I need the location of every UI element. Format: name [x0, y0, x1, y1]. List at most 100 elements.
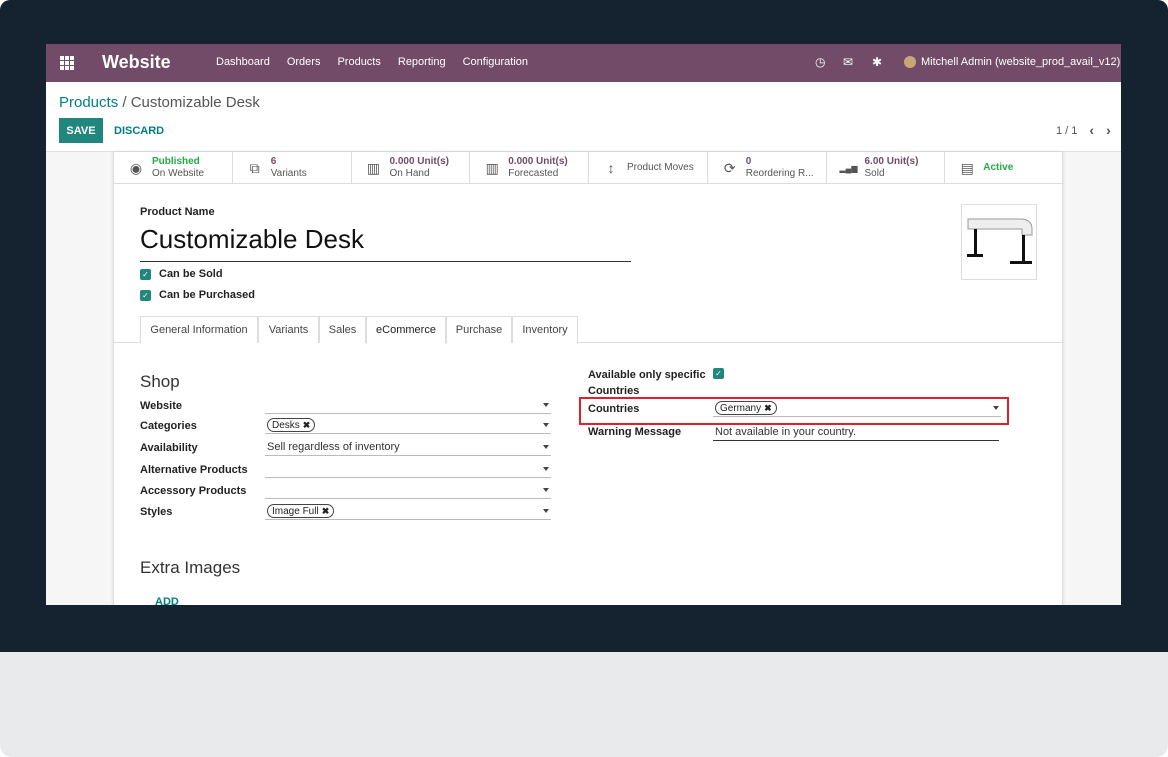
user-menu[interactable]: Mitchell Admin (website_prod_avail_v12) [904, 56, 1120, 68]
can-be-purchased-checkbox[interactable]: ✓ [140, 290, 151, 301]
alternative-products-select[interactable] [265, 461, 551, 478]
main-menu: Dashboard Orders Products Reporting Conf… [216, 56, 528, 68]
arrows-v-icon: ↕ [607, 160, 615, 176]
pager-value[interactable]: 1 / 1 [1056, 125, 1077, 138]
discard-button[interactable]: DISCARD [114, 125, 164, 137]
pager-next-icon[interactable]: › [1106, 122, 1111, 138]
available-specific-countries-label: Available only specific Countries [588, 369, 706, 397]
alternative-products-label: Alternative Products [140, 464, 248, 476]
menu-item-reporting[interactable]: Reporting [398, 56, 446, 68]
warning-message-label: Warning Message [588, 426, 682, 438]
smart-button[interactable]: ⟳ 0 Reordering R... [708, 152, 827, 184]
stat-value: 0 [745, 156, 752, 167]
availability-select[interactable]: Sell regardless of inventory [265, 439, 551, 456]
globe-icon: ◉ [129, 159, 143, 176]
availability-label: Availability [140, 442, 198, 454]
stat-label: Forecasted [508, 168, 559, 179]
control-panel: Products / Customizable Desk SAVE DISCAR… [46, 82, 1121, 152]
stat-label: On Hand [389, 168, 430, 179]
chevron-down-icon [543, 445, 549, 449]
smart-button[interactable]: ◉ Published On Website [114, 152, 233, 184]
save-button[interactable]: SAVE [59, 118, 103, 143]
pager-prev-icon[interactable]: ‹ [1089, 122, 1094, 138]
tag-remove-icon[interactable]: ✖ [303, 420, 311, 431]
website-label: Website [140, 400, 182, 412]
clock-icon[interactable]: ◷ [815, 55, 825, 69]
avatar [904, 56, 916, 68]
accessory-products-label: Accessory Products [140, 485, 247, 497]
chevron-down-icon [543, 488, 549, 492]
product-image[interactable] [961, 204, 1037, 280]
styles-label: Styles [140, 506, 173, 518]
menu-item-configuration[interactable]: Configuration [463, 56, 528, 68]
screen: Website Dashboard Orders Products Report… [46, 44, 1121, 605]
chevron-down-icon [543, 467, 549, 471]
form-sheet: ◉ Published On Website ⧉ 6 Variants ▥ 0.000 Uni… [113, 152, 1064, 605]
stat-value: Active [983, 162, 1014, 173]
extra-images-title: Extra Images [140, 558, 241, 577]
stat-value: 0.000 Unit(s) [389, 156, 449, 167]
sitemap-icon: ⧉ [249, 159, 260, 176]
category-tag: Desks ✖ [267, 418, 316, 432]
smart-buttons: ◉ Published On Website ⧉ 6 Variants ▥ 0.000 Uni… [114, 152, 1064, 184]
menu-item-orders[interactable]: Orders [287, 56, 321, 68]
monitor-stand [0, 652, 1168, 757]
tab-ecommerce[interactable]: eCommerce [366, 316, 446, 344]
stat-label: Sold [864, 168, 885, 179]
stat-value: 6 [270, 156, 277, 167]
smart-button[interactable]: ⧉ 6 Variants [233, 152, 352, 184]
styles-select[interactable]: Image Full ✖ [265, 503, 551, 520]
product-name-label: Product Name [140, 206, 215, 218]
user-name: Mitchell Admin (website_prod_avail_v12) [921, 56, 1121, 68]
smart-button[interactable]: ▥ 0.000 Unit(s) Forecasted [470, 152, 589, 184]
bug-icon[interactable]: ✱ [872, 55, 882, 69]
tab-variants[interactable]: Variants [258, 316, 319, 343]
can-be-purchased-label: Can be Purchased [159, 289, 255, 301]
menu-item-products[interactable]: Products [337, 56, 380, 68]
tab-sales[interactable]: Sales [319, 316, 366, 343]
chevron-down-icon [543, 403, 549, 407]
chat-icon[interactable]: ✉ [843, 55, 853, 69]
refresh-icon: ⟳ [723, 159, 736, 176]
top-navbar: Website Dashboard Orders Products Report… [46, 44, 1121, 82]
building-icon: ▥ [366, 159, 381, 176]
categories-select[interactable]: Desks ✖ [265, 417, 551, 434]
website-select[interactable] [265, 397, 551, 414]
accessory-products-select[interactable] [265, 482, 551, 499]
breadcrumb: Products / Customizable Desk [59, 94, 260, 111]
chevron-down-icon [543, 509, 549, 513]
tag-remove-icon[interactable]: ✖ [322, 506, 330, 517]
app-brand[interactable]: Website [102, 52, 171, 73]
can-be-sold-checkbox[interactable]: ✓ [140, 269, 151, 280]
tab-general-information[interactable]: General Information [140, 316, 258, 343]
specific-countries-checkbox[interactable]: ✓ [713, 368, 724, 379]
apps-menu-icon[interactable] [60, 56, 74, 70]
archive-icon: ▤ [960, 159, 974, 176]
categories-label: Categories [140, 420, 197, 432]
menu-item-dashboard[interactable]: Dashboard [216, 56, 270, 68]
stat-label: Variants [270, 168, 307, 179]
style-tag: Image Full ✖ [267, 504, 335, 518]
product-name-input[interactable]: Customizable Desk [140, 224, 631, 262]
breadcrumb-products[interactable]: Products [59, 94, 118, 111]
pager: 1 / 1 ‹ › [1056, 122, 1111, 138]
highlight-box [579, 397, 1009, 425]
breadcrumb-separator: / [122, 94, 127, 111]
tab-purchase[interactable]: Purchase [446, 316, 512, 343]
stat-label: Product Moves [627, 162, 694, 173]
add-image-button[interactable]: ADD [155, 596, 179, 605]
smart-button[interactable]: ▤ Active [945, 152, 1064, 184]
signal-icon: ▂▄▆ [839, 163, 858, 173]
notebook-tabs: General Information Variants Sales eComm… [114, 316, 1064, 344]
stat-value: 0.000 Unit(s) [508, 156, 568, 167]
chevron-down-icon [543, 423, 549, 427]
stat-value: Published [152, 156, 200, 167]
tab-inventory[interactable]: Inventory [512, 316, 578, 343]
stat-label: Reordering R... [745, 168, 814, 179]
stat-value: 6.00 Unit(s) [864, 156, 919, 167]
can-be-sold-label: Can be Sold [159, 268, 223, 280]
smart-button[interactable]: ↕ Product Moves [589, 152, 708, 184]
warning-message-input[interactable]: Not available in your country. [713, 424, 999, 441]
smart-button[interactable]: ▥ 0.000 Unit(s) On Hand [352, 152, 471, 184]
smart-button[interactable]: ▂▄▆ 6.00 Unit(s) Sold [827, 152, 946, 184]
